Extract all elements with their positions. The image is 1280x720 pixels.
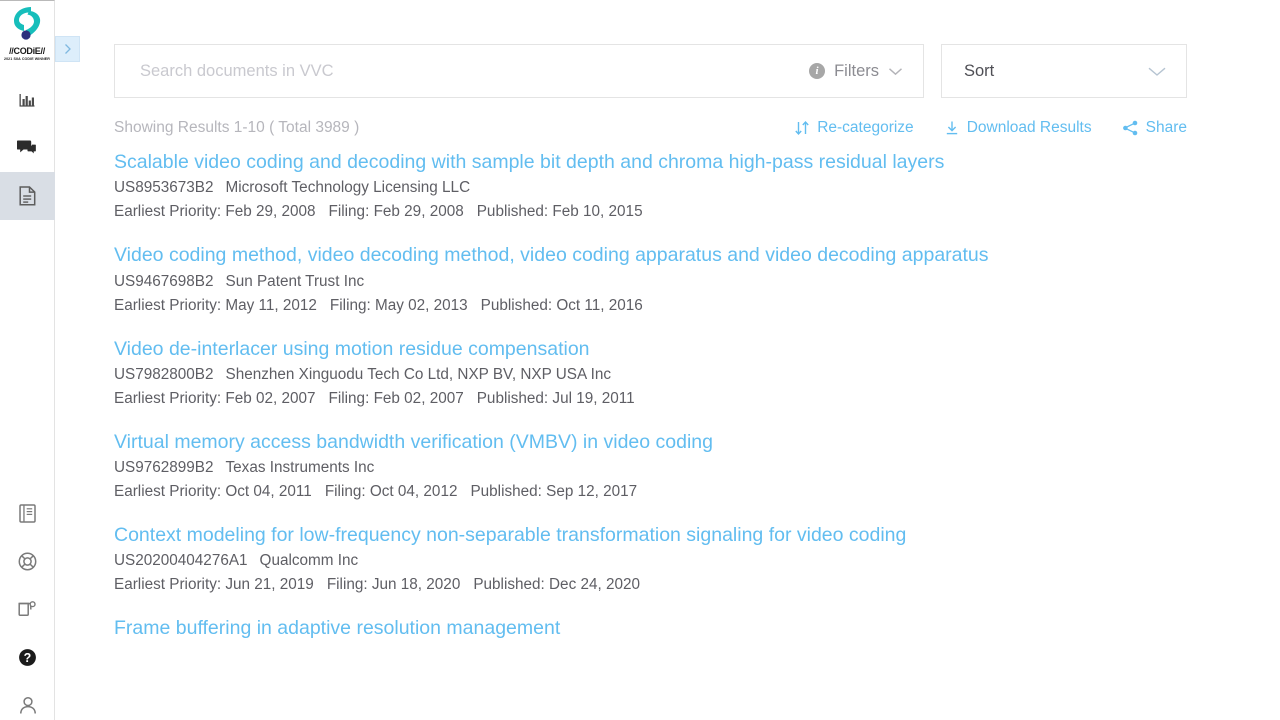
notification-box-icon: [18, 600, 36, 616]
recategorize-label: Re-categorize: [817, 119, 914, 136]
assignee: Texas Instruments Inc: [225, 459, 375, 477]
result-title[interactable]: Video de-interlacer using motion residue…: [114, 335, 590, 363]
sidebar-bottom-group: ?: [0, 489, 55, 720]
result-dates: Earliest Priority: Feb 29, 2008 Filing: F…: [114, 203, 1280, 221]
published-date: Published: Feb 10, 2015: [476, 203, 643, 221]
results-meta-row: Showing Results 1-10 ( Total 3989 ) Re-c…: [114, 119, 1187, 137]
showing-results-label: Showing Results 1-10 ( Total 3989 ): [114, 119, 360, 136]
published-date: Published: Dec 24, 2020: [473, 576, 641, 594]
download-results-label: Download Results: [966, 119, 1092, 136]
share-nodes-icon: [1122, 120, 1137, 136]
download-results-button[interactable]: Download Results: [944, 119, 1092, 137]
sidebar-item-account[interactable]: [0, 681, 55, 720]
result-item: Scalable video coding and decoding with …: [114, 148, 1280, 221]
sort-dropdown[interactable]: Sort: [941, 44, 1187, 98]
main-content: i Filters Sort Showing Results 1-10 ( To…: [55, 0, 1280, 720]
earliest-priority-date: Earliest Priority: Oct 04, 2011: [114, 483, 312, 501]
user-account-icon: [19, 696, 36, 714]
result-title[interactable]: Scalable video coding and decoding with …: [114, 148, 944, 176]
result-dates: Earliest Priority: Oct 04, 2011 Filing: O…: [114, 483, 1280, 501]
publication-number: US20200404276A1: [114, 552, 248, 570]
download-icon: [946, 121, 957, 135]
document-icon: [18, 186, 35, 206]
result-subline: US9762899B2 Texas Instruments Inc: [114, 459, 1280, 477]
search-input[interactable]: [138, 60, 810, 82]
analytics-chart-icon: [19, 93, 34, 107]
result-item: Video coding method, video decoding meth…: [114, 241, 1280, 314]
logo-subtext: 2021 SIIA CODIE WINNER: [3, 57, 50, 61]
result-item: Virtual memory access bandwidth verifica…: [114, 428, 1280, 501]
result-item: Video de-interlacer using motion residue…: [114, 335, 1280, 408]
svg-text:?: ?: [24, 651, 32, 665]
chevron-right-icon: [65, 44, 71, 54]
assignee: Shenzhen Xinguodu Tech Co Ltd, NXP BV, N…: [225, 365, 612, 383]
sidebar-item-library[interactable]: [0, 489, 55, 537]
search-bar[interactable]: i Filters: [114, 44, 924, 98]
earliest-priority-date: Earliest Priority: Feb 02, 2007: [114, 389, 316, 407]
result-title[interactable]: Context modeling for low-frequency non-s…: [114, 521, 906, 549]
share-label: Share: [1145, 119, 1187, 136]
published-date: Published: Oct 11, 2016: [480, 296, 643, 314]
assignee: Microsoft Technology Licensing LLC: [225, 179, 471, 197]
result-subline: US7982800B2 Shenzhen Xinguodu Tech Co Ltd…: [114, 366, 1280, 384]
result-dates: Earliest Priority: May 11, 2012 Filing: M…: [114, 297, 1280, 315]
result-item: Frame buffering in adaptive resolution m…: [114, 614, 1280, 642]
filing-date: Filing: Feb 29, 2008: [328, 203, 464, 221]
earliest-priority-date: Earliest Priority: Jun 21, 2019: [114, 576, 314, 594]
sidebar-item-support[interactable]: [0, 537, 55, 585]
result-dates: Earliest Priority: Jun 21, 2019 Filing: J…: [114, 576, 1280, 594]
published-date: Published: Sep 12, 2017: [470, 483, 638, 501]
chevron-down-icon: [1148, 67, 1166, 76]
result-subline: US9467698B2 Sun Patent Trust Inc: [114, 273, 1280, 291]
results-list: Scalable video coding and decoding with …: [114, 148, 1280, 643]
codie-s-logo-icon: [14, 7, 41, 40]
assignee: Qualcomm Inc: [259, 552, 359, 570]
sidebar-item-chat[interactable]: [0, 124, 55, 172]
chevron-down-icon: [889, 67, 902, 75]
publication-number: US7982800B2: [114, 365, 214, 383]
filing-date: Filing: Jun 18, 2020: [326, 576, 461, 594]
sort-arrows-icon: [795, 120, 809, 136]
result-subline: US8953673B2 Microsoft Technology Licensin…: [114, 179, 1280, 197]
sort-label: Sort: [964, 61, 995, 80]
result-dates: Earliest Priority: Feb 02, 2007 Filing: F…: [114, 390, 1280, 408]
filters-button[interactable]: i Filters: [809, 62, 903, 81]
publication-number: US8953673B2: [114, 179, 214, 197]
share-button[interactable]: Share: [1122, 119, 1187, 137]
book-library-icon: [19, 503, 36, 523]
sidebar-expand-toggle[interactable]: [55, 36, 80, 62]
help-circle-icon: ?: [19, 648, 36, 666]
assignee: Sun Patent Trust Inc: [225, 272, 365, 290]
filing-date: Filing: Feb 02, 2007: [328, 389, 464, 407]
publication-number: US9467698B2: [114, 272, 214, 290]
recategorize-button[interactable]: Re-categorize: [794, 119, 914, 137]
filing-date: Filing: Oct 04, 2012: [324, 483, 458, 501]
results-actions: Re-categorize Download Results Share: [794, 119, 1187, 137]
search-toolbar: i Filters Sort: [114, 44, 1280, 98]
result-title[interactable]: Video coding method, video decoding meth…: [114, 241, 989, 269]
result-subline: US20200404276A1 Qualcomm Inc: [114, 552, 1280, 570]
result-title[interactable]: Virtual memory access bandwidth verifica…: [114, 428, 713, 456]
earliest-priority-date: Earliest Priority: May 11, 2012: [114, 296, 317, 314]
result-title[interactable]: Frame buffering in adaptive resolution m…: [114, 614, 560, 642]
published-date: Published: Jul 19, 2011: [476, 389, 635, 407]
logo-wordmark: //CODiE//: [9, 46, 45, 56]
sidebar-item-help[interactable]: ?: [0, 633, 55, 681]
app-root: //CODiE// 2021 SIIA CODIE WINNER ? Searc…: [0, 0, 1280, 720]
app-logo[interactable]: //CODiE// 2021 SIIA CODIE WINNER: [0, 1, 54, 62]
result-item: Context modeling for low-frequency non-s…: [114, 521, 1280, 594]
filing-date: Filing: May 02, 2013: [329, 296, 468, 314]
lifebuoy-support-icon: [18, 552, 37, 570]
sidebar-item-analytics[interactable]: [0, 76, 55, 124]
filters-label: Filters: [834, 61, 879, 80]
sidebar: //CODiE// 2021 SIIA CODIE WINNER ?: [0, 0, 55, 720]
sidebar-item-documents[interactable]: [0, 172, 55, 221]
earliest-priority-date: Earliest Priority: Feb 29, 2008: [114, 203, 316, 221]
info-circle-icon: i: [809, 63, 826, 79]
publication-number: US9762899B2: [114, 459, 214, 477]
chat-bubbles-icon: [17, 140, 37, 156]
sidebar-item-notifications[interactable]: [0, 585, 55, 633]
